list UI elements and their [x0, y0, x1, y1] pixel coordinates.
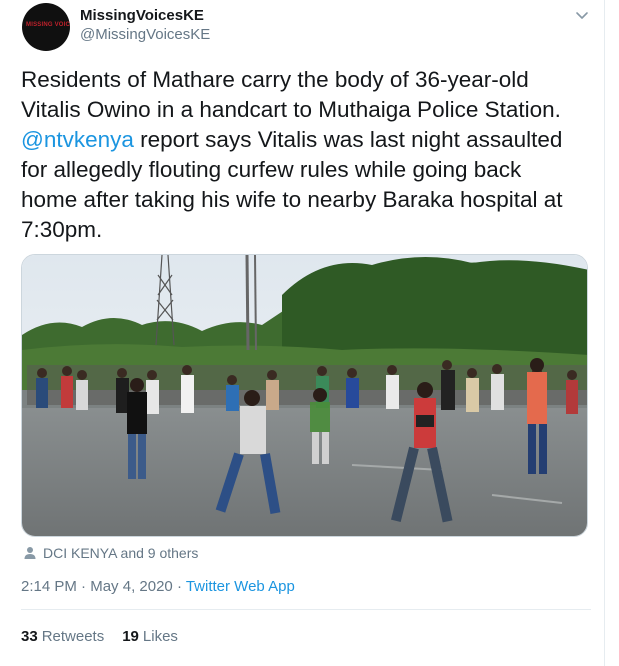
user-handle[interactable]: @MissingVoicesKE	[80, 26, 210, 43]
tweet-text-line: for allegedly flouting curfew rules whil…	[21, 157, 522, 182]
meta-separator: ·	[172, 578, 186, 595]
tweet-text-fragment: report says Vitalis was last night assau…	[133, 127, 563, 152]
retweets-count: 33	[21, 628, 38, 645]
meta-separator: ·	[76, 578, 91, 595]
retweets-label: Retweets	[41, 628, 105, 645]
mention-link[interactable]: @ntvkenya	[21, 127, 134, 152]
tweet-text-line: 7:30pm.	[21, 217, 103, 242]
tweet-card: MISSING VOICES MissingVoicesKE @MissingV…	[0, 0, 605, 666]
tweet-time[interactable]: 2:14 PM	[21, 578, 77, 595]
tweet-text: Residents of Mathare carry the body of 3…	[21, 65, 591, 245]
avatar[interactable]: MISSING VOICES	[22, 3, 70, 51]
tweet-stats: 33 Retweets 19 Likes	[21, 628, 196, 645]
tweet-text-line: Residents of Mathare carry the body of 3…	[21, 67, 529, 92]
tweet-photo[interactable]	[21, 254, 588, 537]
tagged-users-label: DCI KENYA and 9 others	[43, 545, 199, 561]
chevron-down-icon[interactable]	[573, 6, 591, 24]
tweet-text-line: Vitalis Owino in a handcart to Muthaiga …	[21, 97, 561, 122]
tweet-text-line: home after taking his wife to nearby Bar…	[21, 187, 563, 212]
avatar-logo-text: MISSING VOICES	[26, 22, 70, 28]
likes-stat[interactable]: 19 Likes	[122, 628, 178, 645]
tagged-users[interactable]: DCI KENYA and 9 others	[23, 545, 198, 561]
divider	[21, 609, 591, 610]
likes-label: Likes	[142, 628, 178, 645]
display-name[interactable]: MissingVoicesKE	[80, 7, 204, 24]
tweet-source-app[interactable]: Twitter Web App	[186, 578, 295, 595]
retweets-stat[interactable]: 33 Retweets	[21, 628, 104, 645]
tweet-meta: 2:14 PM · May 4, 2020 · Twitter Web App	[21, 578, 295, 595]
person-icon	[24, 547, 36, 559]
likes-count: 19	[122, 628, 139, 645]
tweet-text-line: @ntvkenya report says Vitalis was last n…	[21, 125, 591, 155]
tweet-date[interactable]: May 4, 2020	[90, 578, 173, 595]
